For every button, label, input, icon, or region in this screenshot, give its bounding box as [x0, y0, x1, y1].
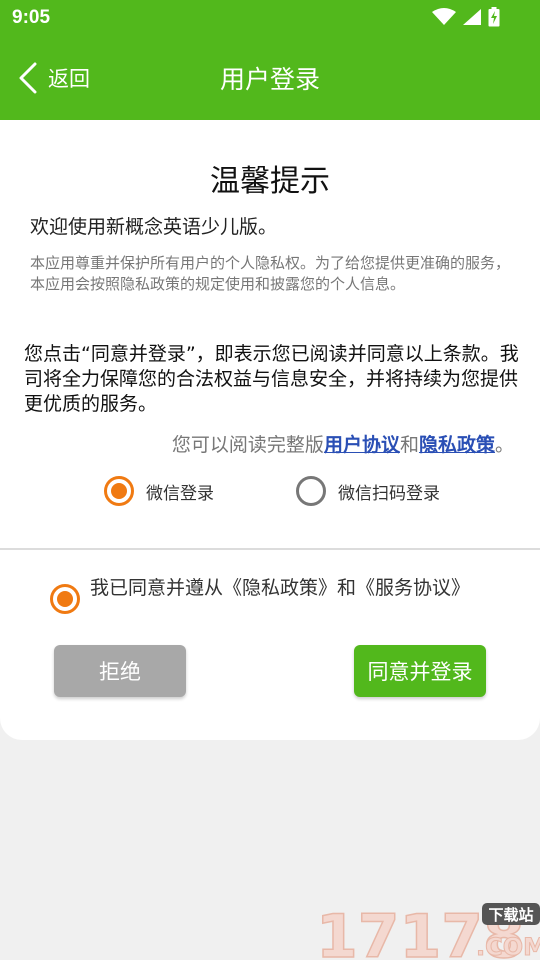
and-text: 和: [399, 434, 419, 456]
chevron-left-icon: [19, 62, 37, 94]
read-prefix: 您可以阅读完整版: [171, 434, 324, 456]
back-button[interactable]: 返回: [18, 60, 90, 96]
terms-text: 您点击“同意并登录”，即表示您已阅读并同意以上条款。我司将全力保障您的合法权益与…: [24, 343, 519, 415]
user-agreement-link[interactable]: 用户协议: [324, 434, 400, 456]
watermark-logo: 17178 下载站 .COM: [315, 901, 540, 960]
privacy-policy-link[interactable]: 隐私政策: [419, 434, 495, 456]
privacy-notice: 本应用尊重并保护所有用户的个人隐私权。为了给您提供更准确的服务，本应用会按照隐私…: [30, 254, 511, 293]
radio-unselected-icon[interactable]: [296, 476, 326, 506]
site-watermark: 17178 下载站 .COM: [315, 895, 540, 960]
watermark-domain: .COM: [476, 933, 540, 960]
login-option-label: 微信扫码登录: [338, 483, 440, 504]
period-text: 。: [494, 434, 514, 456]
agreement-checked-icon[interactable]: [50, 584, 80, 614]
status-time: 9:05: [12, 7, 51, 28]
status-bar: 9:05: [0, 0, 540, 36]
status-icons: [432, 7, 500, 27]
watermark-badge: 下载站: [488, 906, 533, 924]
wifi-icon: [432, 8, 456, 25]
read-full-line: 您可以阅读完整版用户协议和隐私政策。: [172, 430, 514, 457]
login-option-wechat[interactable]: 微信登录: [104, 476, 214, 506]
radio-selected-icon[interactable]: [104, 476, 134, 506]
agreement-text: 我已同意并遵从《隐私政策》和《服务协议》: [90, 577, 471, 599]
nav-bar: 返回 用户登录: [0, 36, 540, 120]
back-label: 返回: [48, 67, 90, 91]
agreement-checkbox-row[interactable]: 我已同意并遵从《隐私政策》和《服务协议》: [50, 576, 490, 614]
signal-icon: [463, 9, 481, 25]
dialog-title: 温馨提示: [210, 164, 330, 199]
divider: [0, 548, 540, 550]
agree-login-button[interactable]: 同意并登录: [354, 645, 486, 697]
login-option-wechat-qr[interactable]: 微信扫码登录: [296, 476, 440, 506]
login-option-label: 微信登录: [146, 483, 214, 504]
privacy-dialog: 温馨提示 欢迎使用新概念英语少儿版。 本应用尊重并保护所有用户的个人隐私权。为了…: [0, 120, 540, 740]
welcome-text: 欢迎使用新概念英语少儿版。: [30, 216, 278, 238]
reject-button[interactable]: 拒绝: [54, 645, 186, 697]
battery-charging-icon: [488, 7, 500, 27]
